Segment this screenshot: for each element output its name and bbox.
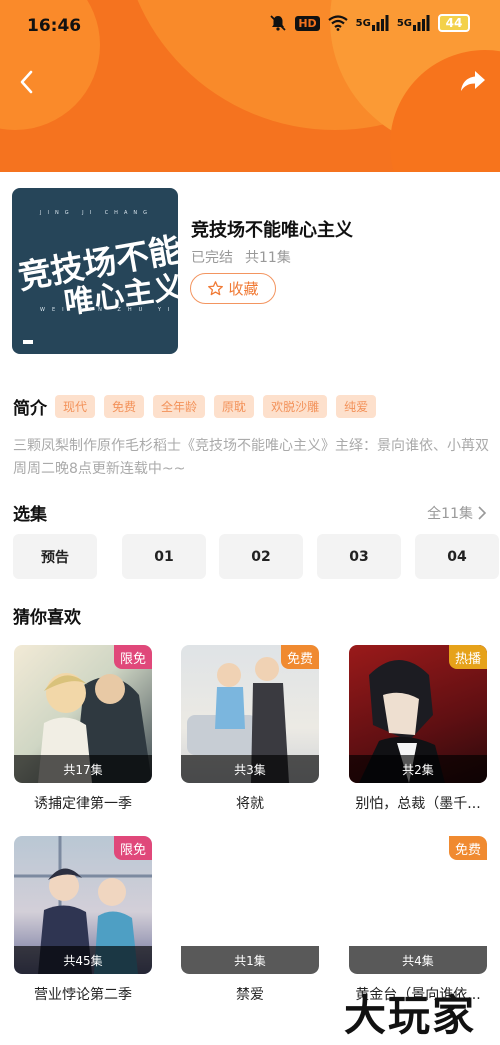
intro-title: 简介 bbox=[13, 399, 47, 419]
network-label: 5G bbox=[355, 17, 371, 29]
back-button[interactable] bbox=[14, 66, 40, 98]
share-icon bbox=[461, 71, 485, 91]
tag[interactable]: 纯爱 bbox=[336, 395, 377, 418]
episode-item[interactable]: 02 bbox=[219, 534, 303, 579]
drama-episode-count: 共11集 bbox=[245, 250, 291, 266]
signal-icon-1: 5G bbox=[356, 15, 389, 31]
episode-count: 共4集 bbox=[349, 946, 487, 974]
recommend-name: 禁爱 bbox=[236, 987, 264, 1003]
episodes-title: 选集 bbox=[13, 505, 47, 525]
recommend-cover: 共1集 bbox=[181, 836, 319, 974]
episode-item[interactable]: 预告 bbox=[13, 534, 97, 579]
recommend-cover: 热播 共2集 bbox=[349, 645, 487, 783]
free-badge: 免费 bbox=[281, 645, 319, 669]
recommend-cover: 免费 共3集 bbox=[181, 645, 319, 783]
cover-calligraphy: 竞技场不能 唯心主义 bbox=[15, 230, 178, 322]
episode-item[interactable]: 01 bbox=[122, 534, 206, 579]
tag[interactable]: 全年龄 bbox=[153, 395, 206, 418]
tag[interactable]: 原耽 bbox=[214, 395, 255, 418]
free-badge: 免费 bbox=[449, 836, 487, 860]
episode-list: 预告 01 02 03 04 bbox=[13, 534, 500, 579]
chevron-right-icon bbox=[478, 505, 487, 520]
recommend-name: 营业悖论第二季 bbox=[34, 987, 132, 1003]
free-limited-badge: 限免 bbox=[114, 645, 152, 669]
favorite-button[interactable]: 收藏 bbox=[190, 273, 276, 304]
recommend-title: 猜你喜欢 bbox=[13, 608, 81, 628]
episode-count: 共45集 bbox=[14, 946, 152, 974]
recommend-name: 将就 bbox=[236, 796, 264, 812]
status-time: 16:46 bbox=[27, 16, 82, 36]
favorite-label: 收藏 bbox=[228, 280, 259, 298]
intro-description: 三颗凤梨制作原作毛杉稻士《竞技场不能唯心主义》主绎：景向谁依、小苒双周周二晚8点… bbox=[13, 438, 489, 477]
hd-icon: HD bbox=[295, 15, 320, 31]
free-limited-badge: 限免 bbox=[114, 836, 152, 860]
back-arrow-icon bbox=[20, 70, 33, 94]
recommend-card[interactable]: 免费 共3集 将就 bbox=[181, 645, 319, 825]
status-icons: HD 5G 5G 44 bbox=[269, 14, 470, 32]
tag[interactable]: 欢脱沙雕 bbox=[263, 395, 328, 418]
all-episodes-label: 全11集 bbox=[427, 505, 473, 522]
recommend-card[interactable]: 热播 共2集 别怕，总裁（墨千... bbox=[349, 645, 487, 825]
wifi-icon bbox=[327, 15, 348, 31]
recommend-card[interactable]: 限免 共17集 诱捕定律第一季 bbox=[14, 645, 152, 825]
watermark-text: 大玩家 bbox=[344, 991, 477, 1040]
tag-list: 现代 免费 全年龄 原耽 欢脱沙雕 纯爱 bbox=[55, 395, 377, 418]
recommend-cover: 免费 共4集 bbox=[349, 836, 487, 974]
mute-icon bbox=[269, 14, 287, 32]
tag[interactable]: 现代 bbox=[55, 395, 96, 418]
recommend-card[interactable]: 限免 共45集 营业悖论第二季 bbox=[14, 836, 152, 1016]
episode-count: 共2集 bbox=[349, 755, 487, 783]
star-icon bbox=[208, 281, 224, 296]
header-banner: 16:46 HD 5G 5G 44 bbox=[0, 0, 500, 172]
hot-badge: 热播 bbox=[449, 645, 487, 669]
intro-header: 简介 现代 免费 全年龄 原耽 欢脱沙雕 纯爱 bbox=[13, 394, 377, 419]
cover-pinyin: WEI XIN ZHU YI bbox=[40, 307, 177, 313]
episode-count: 共17集 bbox=[14, 755, 152, 783]
recommend-card[interactable]: 共1集 禁爱 bbox=[181, 836, 319, 1016]
episode-count: 共3集 bbox=[181, 755, 319, 783]
drama-cover[interactable]: JING JI CHANG 竞技场不能 唯心主义 WEI XIN ZHU YI bbox=[12, 188, 178, 354]
episode-item[interactable]: 04 bbox=[415, 534, 499, 579]
episode-count: 共1集 bbox=[181, 946, 319, 974]
recommend-name: 别怕，总裁（墨千... bbox=[355, 796, 481, 812]
status-bar: 16:46 HD 5G 5G 44 bbox=[0, 10, 500, 44]
recommend-cover: 限免 共17集 bbox=[14, 645, 152, 783]
episodes-header: 选集 全11集 bbox=[13, 500, 487, 525]
recommend-name: 诱捕定律第一季 bbox=[34, 796, 132, 812]
cover-mark bbox=[23, 340, 33, 344]
network-label: 5G bbox=[396, 17, 412, 29]
all-episodes-link[interactable]: 全11集 bbox=[427, 503, 487, 523]
battery-icon: 44 bbox=[438, 14, 470, 32]
signal-icon-2: 5G bbox=[397, 15, 430, 31]
tag[interactable]: 免费 bbox=[104, 395, 145, 418]
share-button[interactable] bbox=[460, 68, 486, 96]
drama-status: 已完结 bbox=[191, 250, 233, 266]
drama-title: 竞技场不能唯心主义 bbox=[191, 220, 353, 241]
drama-meta: 已完结 共11集 bbox=[191, 247, 291, 267]
recommend-cover: 限免 共45集 bbox=[14, 836, 152, 974]
episode-item[interactable]: 03 bbox=[317, 534, 401, 579]
